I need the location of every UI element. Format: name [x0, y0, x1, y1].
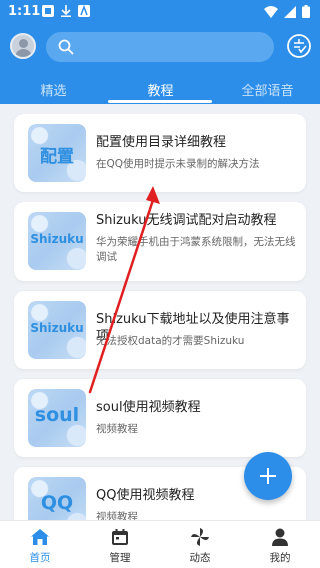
download-icon: [61, 5, 71, 17]
thumbnail-label: soul: [34, 404, 80, 426]
status-time: 1:11: [8, 4, 41, 19]
tab-featured[interactable]: 精选: [0, 80, 107, 99]
notification-app-icon: [42, 5, 54, 17]
card-subtitle: 无法授权data的才需要Shizuku: [96, 335, 245, 347]
tutorial-card[interactable]: 配置 配置使用目录详细教程 在QQ使用时提示未录制的解决方法: [14, 114, 306, 192]
card-subtitle: 视频教程: [96, 423, 138, 435]
nav-feed-label: 动态: [189, 552, 211, 564]
card-thumbnail: soul: [28, 389, 86, 447]
card-thumbnail: Shizuku: [28, 301, 86, 359]
tab-all-voices[interactable]: 全部语音: [214, 80, 320, 99]
tutorial-card[interactable]: Shizuku Shizuku无线调试配对启动教程 华为荣耀手机由于鸿蒙系统限制…: [14, 202, 306, 281]
nav-manage-label: 管理: [109, 552, 131, 564]
calendar-icon: [112, 529, 128, 545]
tab-bar: 精选 教程 全部语音: [0, 72, 320, 103]
search-icon: [58, 39, 74, 55]
bottom-nav: 首页 管理 动态 我的: [0, 520, 320, 568]
search-row: [0, 30, 320, 64]
tutorial-card[interactable]: Shizuku Shizuku下载地址以及使用注意事项 无法授权data的才需要…: [14, 291, 306, 369]
card-subtitle: 在QQ使用时提示未录制的解决方法: [96, 158, 260, 170]
card-thumbnail: Shizuku: [28, 212, 86, 270]
avatar-head-shape: [19, 39, 28, 48]
status-system-icons: [264, 5, 310, 18]
tab-active-indicator: [108, 100, 212, 103]
add-button[interactable]: [244, 452, 292, 500]
nav-profile[interactable]: 我的: [240, 521, 320, 568]
plus-icon-vertical: [267, 468, 269, 484]
status-notification-icons: [42, 5, 90, 17]
nav-feed[interactable]: 动态: [160, 521, 240, 568]
wifi-icon: [264, 5, 278, 18]
avatar[interactable]: [10, 33, 36, 59]
nav-home-label: 首页: [29, 552, 51, 564]
thumbnail-label: 配置: [40, 147, 74, 167]
status-bar: 1:11: [0, 0, 320, 24]
card-subtitle: 视频教程: [96, 511, 138, 520]
card-thumbnail: QQ: [28, 477, 86, 520]
nav-profile-label: 我的: [269, 552, 291, 564]
signal-icon: [284, 5, 296, 18]
notification-a-icon: [78, 5, 90, 17]
avatar-body-shape: [15, 49, 32, 57]
tab-tutorials[interactable]: 教程: [107, 80, 214, 99]
card-subtitle: 华为荣耀手机由于鸿蒙系统限制，无法无线调试: [96, 236, 296, 263]
thumbnail-label: QQ: [40, 492, 74, 514]
app-header: 1:11 精选 教程 全部语音: [0, 0, 320, 104]
person-icon: [272, 528, 288, 546]
home-icon: [31, 529, 49, 545]
thumbnail-label: Shizuku: [30, 321, 84, 335]
card-title: soul使用视频教程: [96, 400, 201, 415]
checkin-icon[interactable]: [286, 33, 312, 59]
battery-icon: [302, 5, 310, 18]
nav-manage[interactable]: 管理: [80, 521, 160, 568]
search-input[interactable]: [46, 32, 274, 62]
nav-home[interactable]: 首页: [0, 521, 80, 568]
card-thumbnail: 配置: [28, 124, 86, 182]
thumbnail-label: Shizuku: [30, 232, 84, 246]
card-title: Shizuku无线调试配对启动教程: [96, 213, 277, 228]
pinwheel-icon: [191, 528, 209, 546]
card-title: 配置使用目录详细教程: [96, 135, 227, 150]
tutorial-card[interactable]: soul soul使用视频教程 视频教程: [14, 379, 306, 457]
